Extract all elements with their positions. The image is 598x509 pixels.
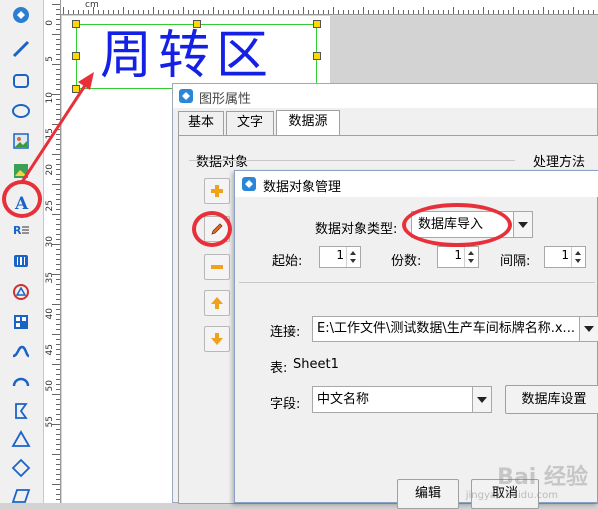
watermark-url: jingyan.baidu.com — [465, 490, 558, 501]
watermark-logo: Bai 经验 — [497, 465, 588, 490]
annotation-arrow — [20, 72, 94, 183]
